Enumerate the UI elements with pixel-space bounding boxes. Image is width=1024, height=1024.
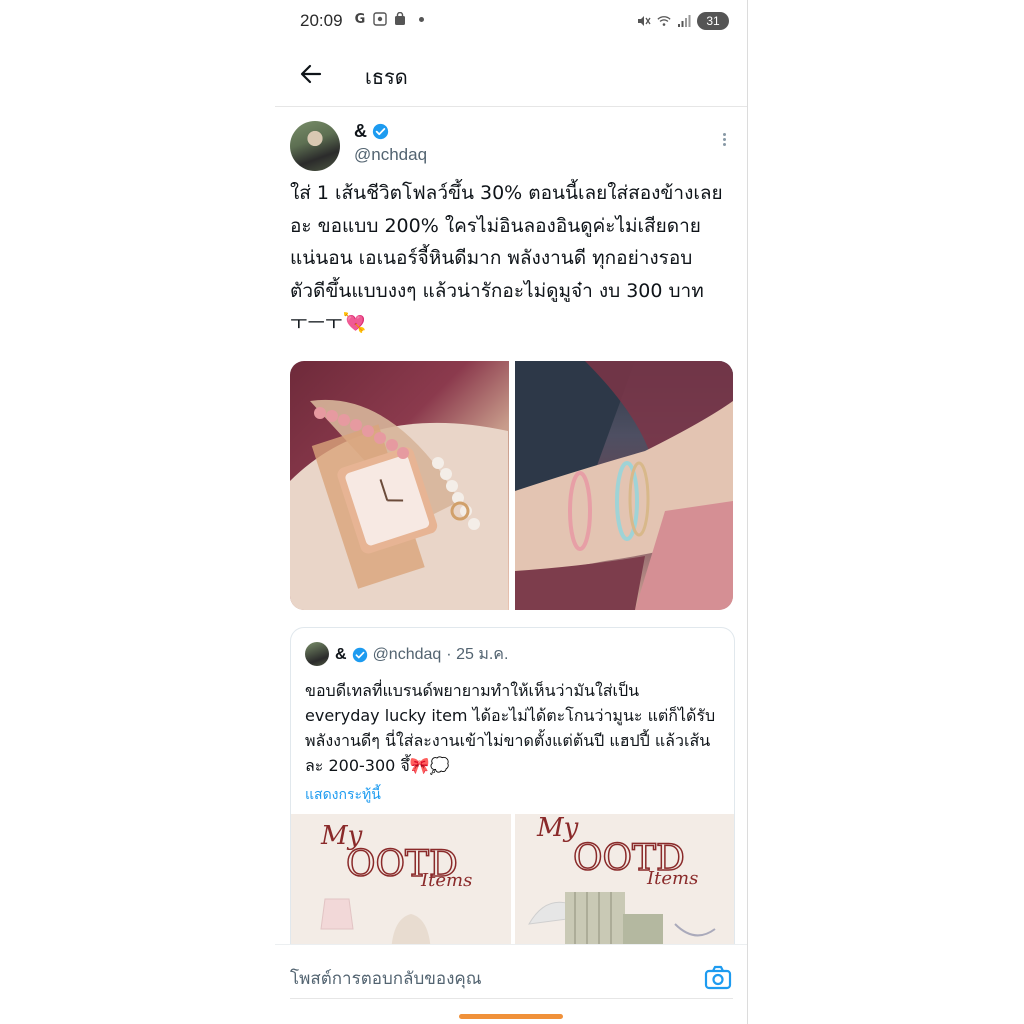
display-name[interactable]: & — [354, 121, 367, 142]
quoted-avatar — [305, 642, 329, 666]
status-left-icons: G — [353, 11, 424, 27]
shopping-bag-icon — [393, 12, 407, 26]
quoted-text: ขอบดีเทลที่แบรนด์พยายามทำให้เห็นว่ามันใส… — [305, 681, 716, 775]
show-thread-link[interactable]: แสดงกระทู้นี้ — [305, 784, 381, 806]
more-dot-icon — [722, 143, 726, 146]
arrow-left-icon — [300, 64, 322, 84]
more-dot-icon — [722, 133, 726, 136]
quoted-image-2[interactable]: My OOTD Items — [514, 814, 734, 958]
phone-screen: 20:09 G 31 เธรด & @nchdaq ใส่ 1 เส้นชีวิ… — [275, 0, 747, 1024]
battery-level: 31 — [697, 12, 729, 30]
media-image-watch[interactable] — [290, 361, 509, 610]
notification-dot-icon — [419, 16, 424, 22]
wifi-icon — [657, 14, 671, 28]
quoted-tweet[interactable]: & @nchdaq · 25 ม.ค. ขอบดีเทลที่แบรนด์พยา… — [290, 627, 735, 959]
reply-bar: โพสต์การตอบกลับของคุณ — [275, 944, 747, 1024]
quoted-image-2-line3: Items — [646, 868, 698, 889]
status-time: 20:09 — [300, 11, 343, 30]
google-icon: G — [354, 11, 366, 27]
quoted-date: · 25 ม.ค. — [446, 646, 509, 663]
author-handle[interactable]: @nchdaq — [354, 145, 427, 165]
quoted-handle: @nchdaq — [372, 645, 442, 663]
status-bar: 20:09 G 31 — [275, 0, 747, 44]
screen-edge — [747, 0, 748, 1024]
media-image-bracelets[interactable] — [514, 361, 733, 610]
screenshot-icon — [373, 12, 387, 26]
back-button[interactable] — [293, 56, 329, 92]
quoted-image-1-line3: Items — [420, 870, 472, 891]
page-title: เธรด — [365, 67, 408, 89]
camera-icon[interactable] — [703, 963, 733, 993]
author-name-row: & — [354, 121, 389, 142]
verified-badge-icon — [352, 647, 367, 662]
quoted-media: My OOTD Items My OOTD Items — [291, 814, 734, 958]
signal-icon — [677, 14, 691, 28]
reply-input[interactable]: โพสต์การตอบกลับของคุณ — [290, 965, 482, 992]
mute-icon — [637, 14, 651, 28]
home-indicator[interactable] — [459, 1014, 563, 1019]
more-dot-icon — [722, 138, 726, 141]
reply-divider — [290, 998, 733, 999]
quoted-meta: & @nchdaq · 25 ม.ค. — [335, 642, 508, 667]
avatar[interactable] — [290, 121, 340, 171]
quoted-image-1[interactable]: My OOTD Items — [291, 814, 511, 958]
tweet-text: ใส่ 1 เส้นชีวิตโฟลว์ขึ้น 30% ตอนนี้เลยใส… — [290, 182, 723, 334]
more-options-button[interactable] — [721, 131, 727, 151]
tweet-media — [290, 361, 733, 610]
app-bar: เธรด — [275, 44, 747, 107]
quoted-display-name: & — [335, 645, 347, 663]
verified-badge-icon — [372, 123, 389, 140]
status-right-icons: 31 — [637, 12, 729, 30]
